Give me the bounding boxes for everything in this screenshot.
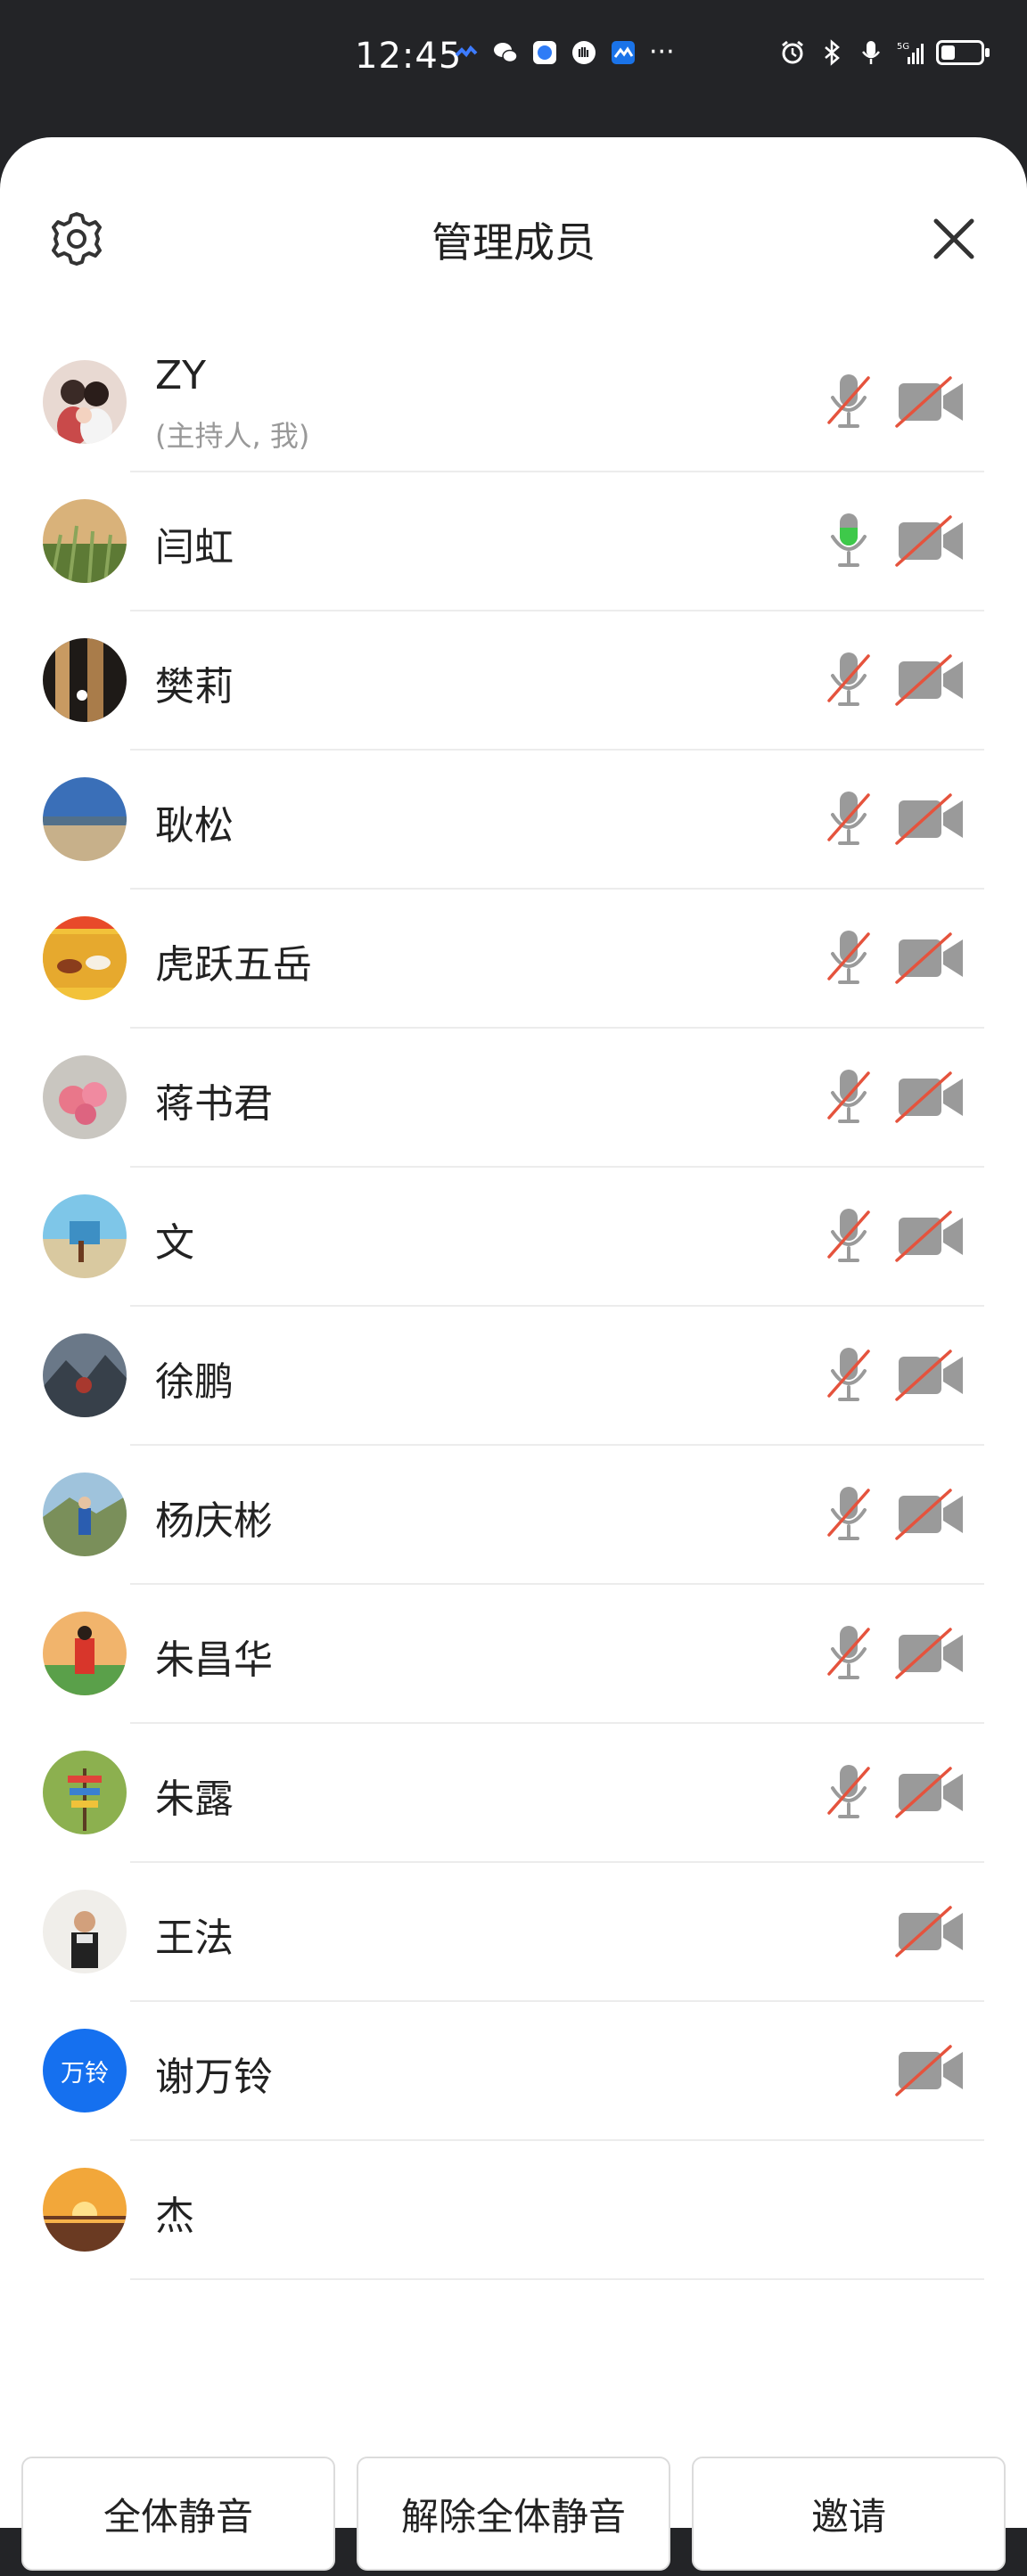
- camera-off-icon[interactable]: [895, 932, 966, 984]
- member-name: 虎跃五岳: [155, 942, 312, 988]
- avatar: [43, 638, 127, 722]
- avatar: [43, 1333, 127, 1417]
- member-list: ZY (主持人, 我) 闫虹樊莉耿松虎跃五岳蒋书君文徐鹏杨庆彬朱昌华朱露王法万铃 谢万…: [0, 333, 1027, 2280]
- avatar: [43, 360, 127, 444]
- member-row[interactable]: 虎跃五岳: [0, 890, 1027, 1029]
- member-name: 朱露: [155, 1776, 234, 1822]
- camera-off-icon[interactable]: [895, 1767, 966, 1818]
- avatar: [43, 916, 127, 1000]
- member-name: 闫虹: [155, 525, 234, 570]
- wechat-icon: [492, 39, 519, 66]
- browser-icon: [531, 39, 558, 66]
- mic-muted-icon[interactable]: [824, 1483, 874, 1546]
- camera-off-icon[interactable]: [895, 2045, 966, 2096]
- member-name: 王法: [155, 1916, 234, 1961]
- more-dots-icon: ···: [649, 37, 675, 68]
- bottom-button-bar: 全体静音 解除全体静音 邀请: [0, 2457, 1027, 2576]
- avatar: [43, 777, 127, 861]
- member-name: 蒋书君: [155, 1081, 273, 1127]
- avatar: [43, 499, 127, 583]
- app-icon: [610, 39, 637, 66]
- member-name: 谢万铃: [155, 2055, 273, 2100]
- camera-off-icon[interactable]: [895, 793, 966, 845]
- status-right-icons: 5G: [779, 39, 990, 66]
- mute-all-button[interactable]: 全体静音: [21, 2457, 335, 2571]
- avatar: [43, 1612, 127, 1695]
- member-name: 徐鹏: [155, 1359, 234, 1405]
- member-name: ZY: [155, 353, 207, 398]
- avatar: [43, 1890, 127, 1973]
- member-row[interactable]: 杰: [0, 2141, 1027, 2280]
- member-name: 文: [155, 1220, 194, 1266]
- 5g-signal-icon: 5G: [897, 39, 924, 66]
- camera-off-icon[interactable]: [895, 376, 966, 428]
- camera-off-icon[interactable]: [895, 1628, 966, 1679]
- mic-muted-icon[interactable]: [824, 1344, 874, 1407]
- camera-off-icon[interactable]: [895, 1489, 966, 1540]
- member-name: 朱昌华: [155, 1637, 273, 1683]
- member-row[interactable]: 朱露: [0, 1724, 1027, 1863]
- mic-icon: [858, 39, 884, 66]
- alarm-icon: [779, 39, 806, 66]
- member-row[interactable]: 王法: [0, 1863, 1027, 2002]
- app-notification-icon: [453, 39, 480, 66]
- camera-off-icon[interactable]: [895, 1210, 966, 1262]
- member-name: 杨庆彬: [155, 1498, 273, 1544]
- camera-off-icon[interactable]: [895, 654, 966, 706]
- member-row[interactable]: 文: [0, 1168, 1027, 1307]
- member-row[interactable]: 耿松: [0, 751, 1027, 890]
- mic-muted-icon[interactable]: [824, 927, 874, 989]
- avatar: [43, 1194, 127, 1278]
- status-time: 12:45: [355, 36, 463, 77]
- mic-muted-icon[interactable]: [824, 649, 874, 711]
- close-icon[interactable]: [927, 212, 981, 266]
- divider: [130, 2278, 984, 2280]
- avatar: 万铃: [43, 2029, 127, 2112]
- page-title: 管理成员: [431, 218, 596, 267]
- bluetooth-icon: [818, 39, 845, 66]
- status-left-icons: ···: [453, 39, 675, 66]
- manage-members-sheet: 管理成员 ZY (主持人, 我) 闫虹樊莉耿松虎跃五岳蒋书君文徐鹏杨庆彬朱昌华朱露王…: [0, 137, 1027, 2571]
- member-row[interactable]: 蒋书君: [0, 1029, 1027, 1168]
- mic-muted-icon[interactable]: [824, 1205, 874, 1267]
- mic-muted-icon[interactable]: [824, 1622, 874, 1685]
- mic-muted-icon[interactable]: [824, 371, 874, 433]
- mic-muted-icon[interactable]: [824, 788, 874, 850]
- unmute-all-button[interactable]: 解除全体静音: [357, 2457, 670, 2571]
- member-role: (主持人, 我): [155, 419, 310, 453]
- avatar: [43, 1751, 127, 1834]
- svg-text:5G: 5G: [897, 42, 909, 52]
- member-row[interactable]: 杨庆彬: [0, 1446, 1027, 1585]
- member-row[interactable]: 樊莉: [0, 611, 1027, 751]
- member-name: 耿松: [155, 803, 234, 849]
- status-bar: 12:45 ··· 5G: [0, 0, 1027, 134]
- member-row[interactable]: 闫虹: [0, 472, 1027, 611]
- invite-button[interactable]: 邀请: [692, 2457, 1006, 2571]
- mic-active-icon[interactable]: [824, 510, 874, 572]
- member-name: 樊莉: [155, 664, 234, 710]
- mic-muted-icon[interactable]: [824, 1066, 874, 1128]
- hand-icon: [571, 39, 597, 66]
- member-row[interactable]: 徐鹏: [0, 1307, 1027, 1446]
- avatar: [43, 1473, 127, 1556]
- camera-off-icon[interactable]: [895, 1906, 966, 1957]
- battery-icon: [936, 40, 990, 65]
- camera-off-icon[interactable]: [895, 1071, 966, 1123]
- camera-off-icon[interactable]: [895, 515, 966, 567]
- sheet-header: 管理成员: [0, 137, 1027, 342]
- mic-muted-icon[interactable]: [824, 1761, 874, 1824]
- camera-off-icon[interactable]: [895, 1350, 966, 1401]
- member-row[interactable]: 朱昌华: [0, 1585, 1027, 1724]
- avatar: [43, 1055, 127, 1139]
- battery-level: [941, 45, 955, 60]
- member-row[interactable]: 万铃 谢万铃: [0, 2002, 1027, 2141]
- member-name: 杰: [155, 2194, 194, 2239]
- avatar: [43, 2168, 127, 2252]
- member-row[interactable]: ZY (主持人, 我): [0, 333, 1027, 472]
